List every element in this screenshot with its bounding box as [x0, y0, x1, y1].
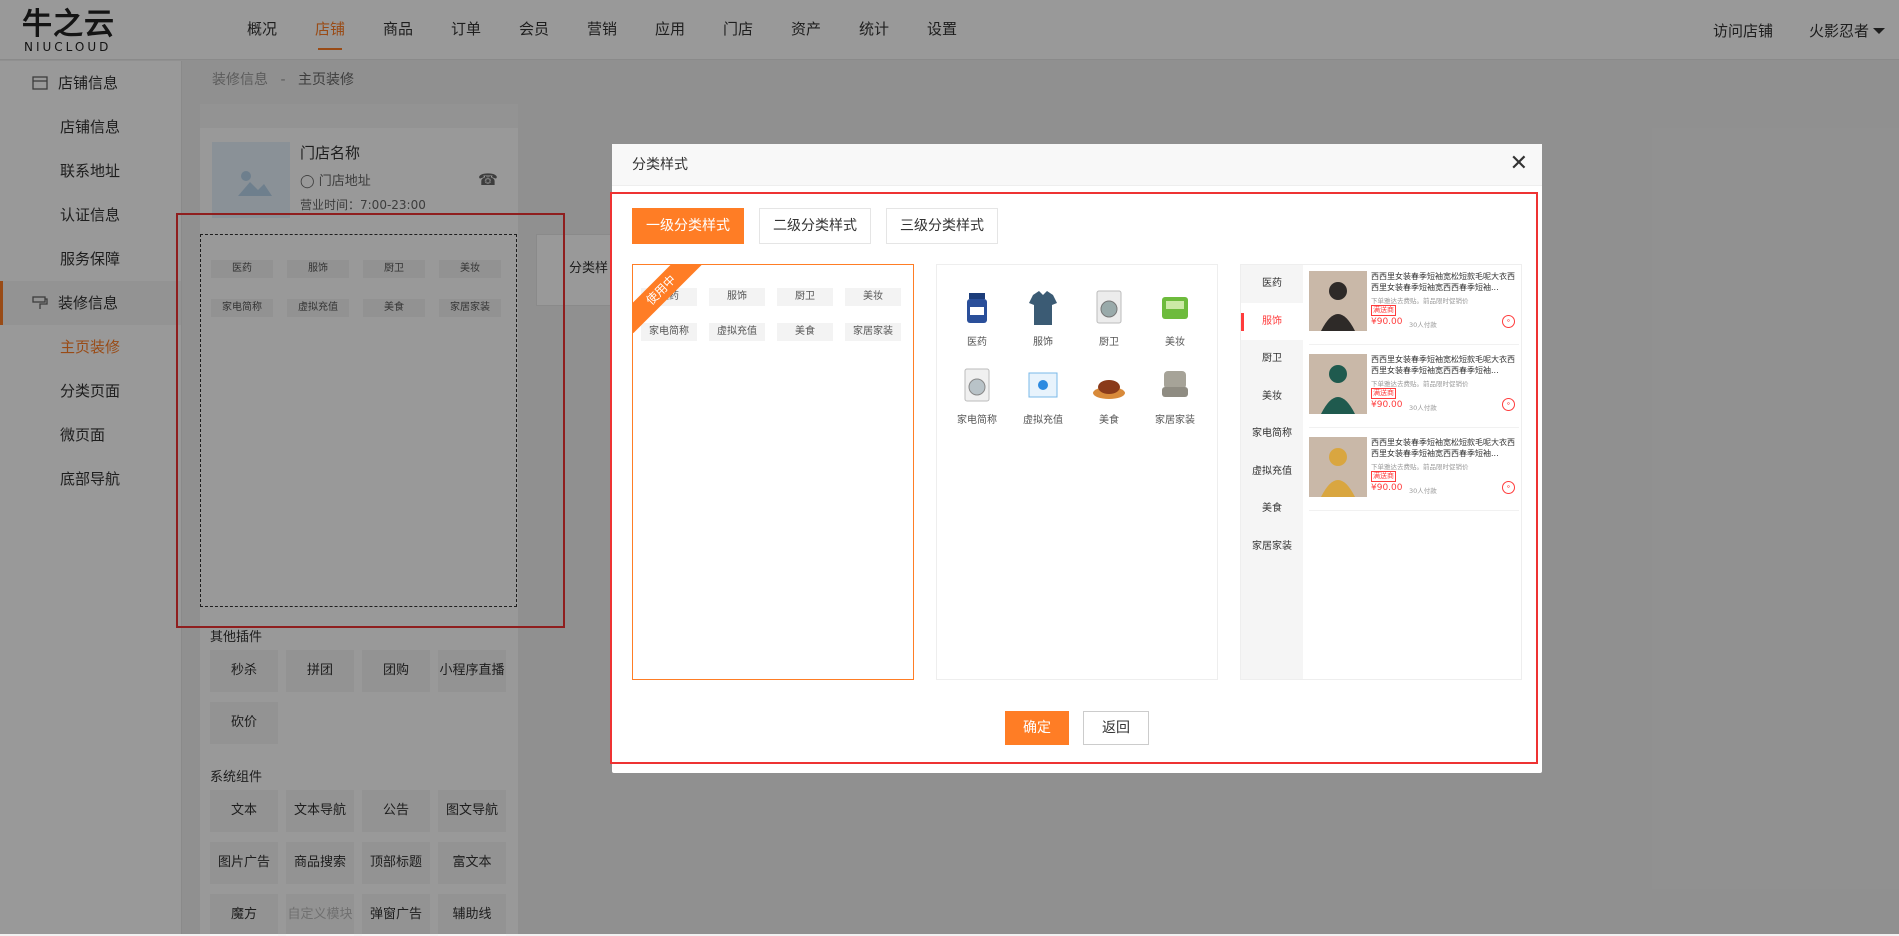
category-chip: 家居家装	[845, 323, 901, 341]
category-chip: 服饰	[709, 288, 765, 306]
category-cell: 美妆	[1145, 287, 1205, 348]
product-tag: 满送商	[1371, 305, 1396, 316]
back-button[interactable]: 返回	[1083, 711, 1149, 745]
level3-category-item[interactable]: 美食	[1241, 490, 1303, 528]
category-cell: 厨卫	[1079, 287, 1139, 348]
close-icon[interactable]: ✕	[1510, 153, 1528, 175]
cart-icon[interactable]: ⚬	[1502, 315, 1515, 328]
product-tag: 满送商	[1371, 471, 1396, 482]
category-cell: 家电简称	[947, 365, 1007, 426]
product-image	[1309, 437, 1367, 497]
category-cell: 美食	[1079, 365, 1139, 426]
washer-icon	[1091, 287, 1127, 327]
cart-icon[interactable]: ⚬	[1502, 398, 1515, 411]
level3-category-item[interactable]: 虚拟充值	[1241, 453, 1303, 491]
product-sold-count: 30人付款	[1409, 487, 1437, 495]
category-label: 虚拟充值	[1023, 415, 1063, 426]
level3-category-item[interactable]: 厨卫	[1241, 340, 1303, 378]
category-label: 家电简称	[957, 415, 997, 426]
tab-style-2[interactable]: 二级分类样式	[759, 208, 871, 244]
level3-category-item[interactable]: 美妆	[1241, 378, 1303, 416]
product-desc: 下单雅达去费贴。前品限时促销价	[1371, 380, 1469, 388]
category-label: 服饰	[1033, 337, 1053, 348]
category-style-modal: 分类样式 ✕ 一级分类样式 二级分类样式 三级分类样式 家居家装 美食 虚拟充值 家电简称…	[610, 144, 1542, 773]
cosmetics-icon	[1157, 287, 1193, 327]
product-name: 西西里女装春季短袖宽松短款毛呢大衣西西里女装春季短袖宽西西春季短袖...	[1371, 355, 1515, 375]
category-cell: 服饰	[1013, 287, 1073, 348]
product-image	[1309, 354, 1367, 414]
level3-category-item[interactable]: 家电简称	[1241, 415, 1303, 453]
product-item[interactable]: 西西里女装春季短袖宽松短款毛呢大衣西西里女装春季短袖宽西西春季短袖... 下单雅达…	[1309, 271, 1519, 345]
product-tag: 满送商	[1371, 388, 1396, 399]
sofa-icon	[1157, 365, 1193, 405]
medicine-icon	[959, 287, 995, 327]
category-cell: 医药	[947, 287, 1007, 348]
style-card-level1[interactable]: 家居家装美食虚拟充值家电简称美妆厨卫服饰医药 使用中	[632, 264, 914, 680]
category-label: 医药	[967, 337, 987, 348]
product-sold-count: 30人付款	[1409, 321, 1437, 329]
category-chip: 家电简称	[641, 323, 697, 341]
product-item[interactable]: 西西里女装春季短袖宽松短款毛呢大衣西西里女装春季短袖宽西西春季短袖... 下单雅达…	[1309, 354, 1519, 428]
category-cell: 家居家装	[1145, 365, 1205, 426]
category-label: 厨卫	[1099, 337, 1119, 348]
product-sold-count: 30人付款	[1409, 404, 1437, 412]
food-icon	[1091, 365, 1127, 405]
product-name: 西西里女装春季短袖宽松短款毛呢大衣西西里女装春季短袖宽西西春季短袖...	[1371, 438, 1515, 458]
modal-title: 分类样式	[632, 157, 688, 173]
level3-category-item[interactable]: 服饰	[1241, 302, 1303, 340]
level3-category-item[interactable]: 医药	[1241, 265, 1303, 303]
category-label: 美食	[1099, 415, 1119, 426]
shirt-icon	[1025, 287, 1061, 327]
product-item[interactable]: 西西里女装春季短袖宽松短款毛呢大衣西西里女装春季短袖宽西西春季短袖... 下单雅达…	[1309, 437, 1519, 511]
style-tabs: 一级分类样式 二级分类样式 三级分类样式	[632, 208, 1013, 244]
level3-category-item[interactable]: 家居家装	[1241, 528, 1303, 566]
recharge-card-icon	[1025, 365, 1061, 405]
product-name: 西西里女装春季短袖宽松短款毛呢大衣西西里女装春季短袖宽西西春季短袖...	[1371, 272, 1515, 292]
washing-machine-icon	[959, 365, 995, 405]
category-label: 美妆	[1165, 337, 1185, 348]
product-desc: 下单雅达去费贴。前品限时促销价	[1371, 463, 1469, 471]
tab-style-3[interactable]: 三级分类样式	[886, 208, 998, 244]
confirm-button[interactable]: 确定	[1005, 711, 1069, 745]
level3-category-sidebar: 医药 服饰 厨卫 美妆 家电简称 虚拟充值 美食 家居家装	[1241, 265, 1303, 679]
category-chip: 美妆	[845, 288, 901, 306]
product-desc: 下单雅达去费贴。前品限时促销价	[1371, 297, 1469, 305]
product-price: ¥90.00	[1371, 483, 1403, 493]
category-chip: 美食	[777, 323, 833, 341]
tab-style-1[interactable]: 一级分类样式	[632, 208, 744, 244]
cart-icon[interactable]: ⚬	[1502, 481, 1515, 494]
style-card-level2[interactable]: 医药 服饰 厨卫 美妆家电简称 虚拟充值 美食 家居家装	[936, 264, 1218, 680]
category-chip: 厨卫	[777, 288, 833, 306]
category-chip: 虚拟充值	[709, 323, 765, 341]
product-price: ¥90.00	[1371, 317, 1403, 327]
category-cell: 虚拟充值	[1013, 365, 1073, 426]
product-price: ¥90.00	[1371, 400, 1403, 410]
modal-header: 分类样式	[612, 144, 1542, 186]
product-image	[1309, 271, 1367, 331]
category-label: 家居家装	[1155, 415, 1195, 426]
style-card-level3[interactable]: 医药 服饰 厨卫 美妆 家电简称 虚拟充值 美食 家居家装 西西里女装春季短袖宽松短款毛呢大衣…	[1240, 264, 1522, 680]
